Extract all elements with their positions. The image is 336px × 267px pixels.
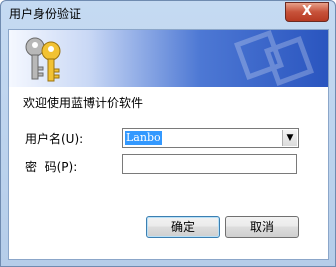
password-label: 密 码(P): xyxy=(25,160,78,174)
close-button[interactable]: X xyxy=(285,2,329,22)
title-bar: 用户身份验证 X xyxy=(1,1,335,27)
username-value: Lanbo xyxy=(125,131,162,145)
window-title: 用户身份验证 xyxy=(9,7,82,21)
banner xyxy=(9,30,328,87)
password-input[interactable] xyxy=(122,154,297,174)
banner-decoration xyxy=(234,30,314,86)
dialog-body: 欢迎使用蓝博计价软件 用户名(U): Lanbo ▼ 密 码(P): 确定 取消 xyxy=(8,29,329,260)
username-combobox[interactable]: Lanbo ▼ xyxy=(122,128,299,148)
ok-button[interactable]: 确定 xyxy=(146,216,220,238)
keys-icon xyxy=(25,37,61,82)
welcome-text: 欢迎使用蓝博计价软件 xyxy=(23,96,144,110)
dropdown-arrow-icon[interactable]: ▼ xyxy=(282,130,297,146)
username-label: 用户名(U): xyxy=(25,132,84,146)
cancel-button[interactable]: 取消 xyxy=(225,216,299,238)
login-dialog: 用户身份验证 X 欢迎使用蓝博计价软件 用户名(U): Lanbo ▼ 密 码(… xyxy=(0,0,336,267)
